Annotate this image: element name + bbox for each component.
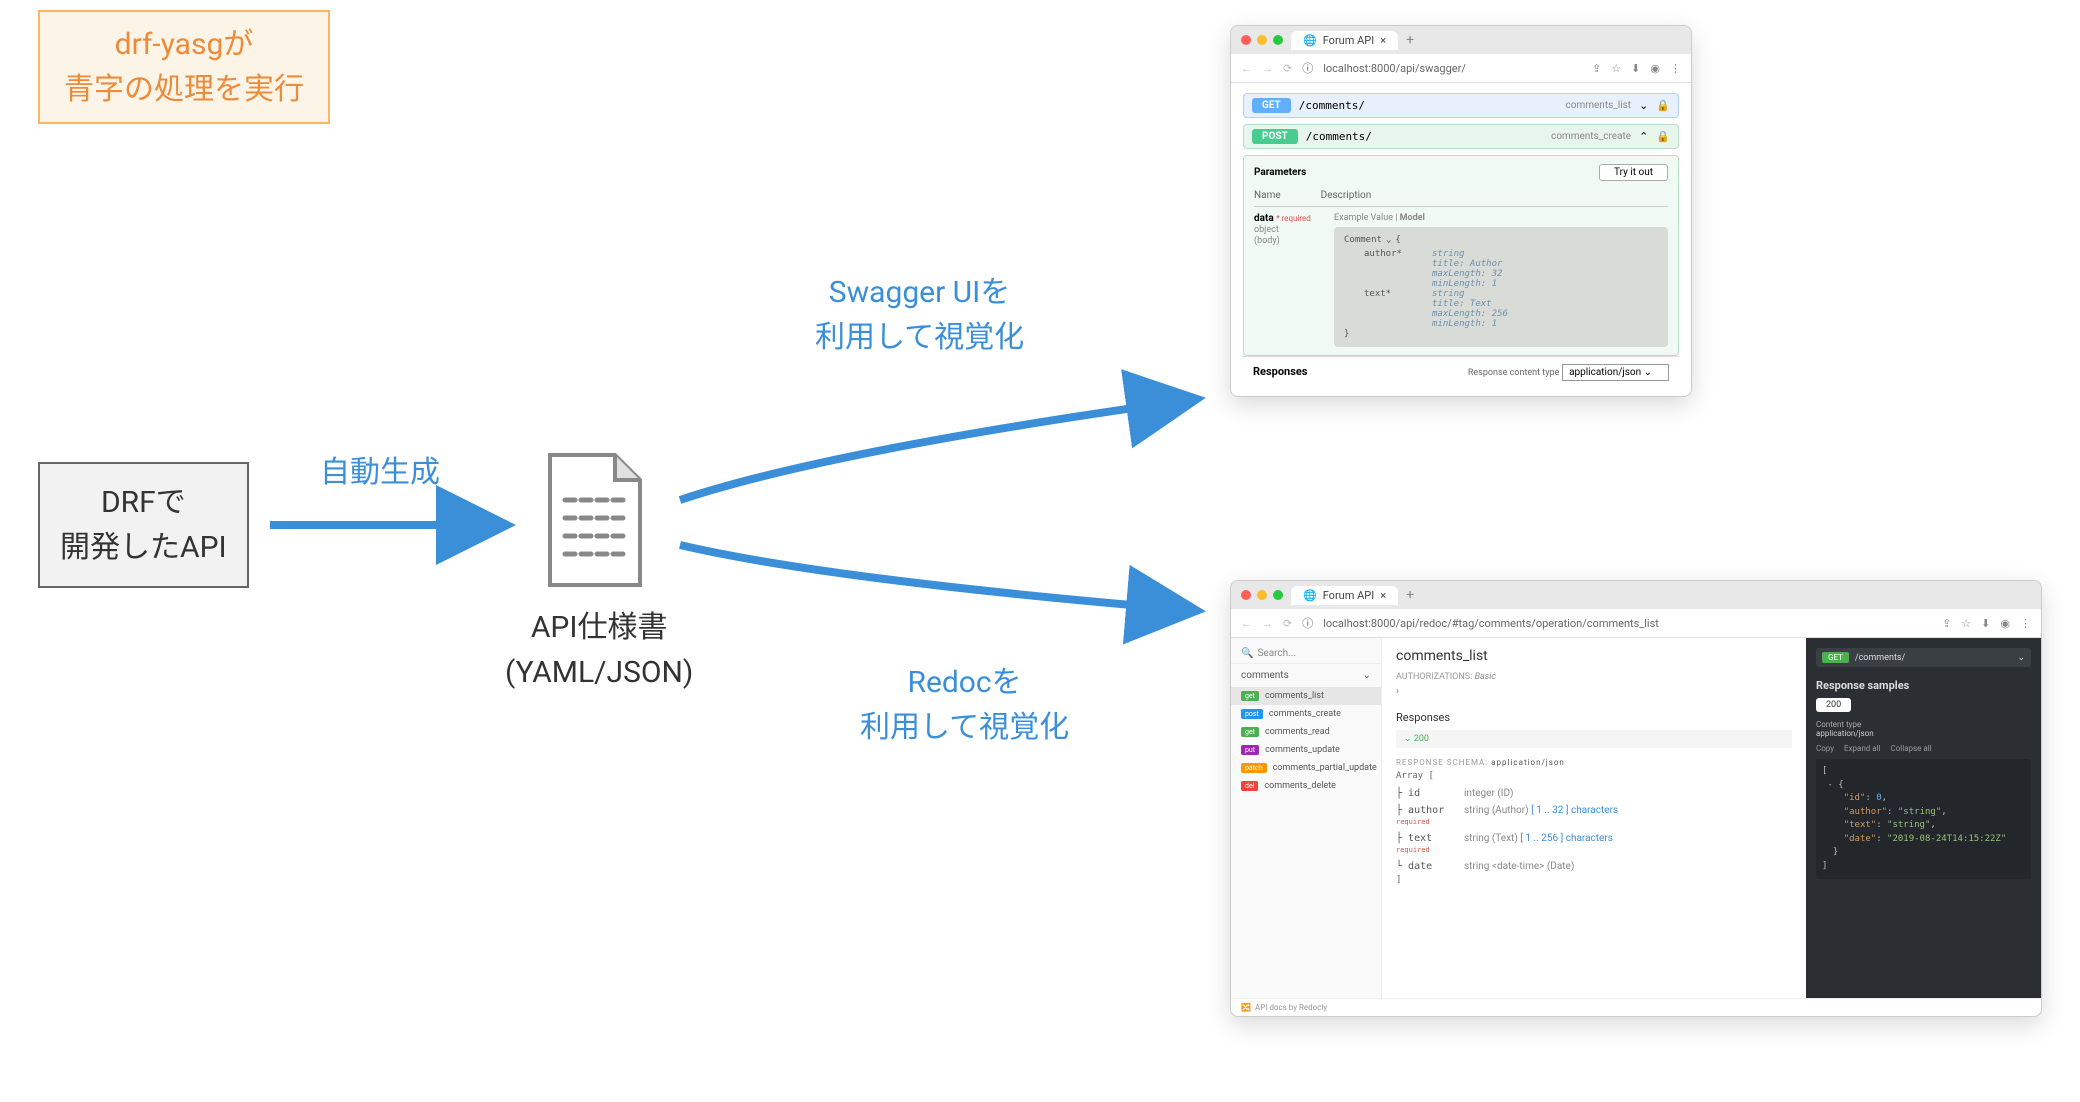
source-line1: DRFで xyxy=(60,480,227,525)
forward-icon[interactable]: → xyxy=(1262,62,1273,75)
download-icon[interactable]: ⬇ xyxy=(1631,62,1640,75)
samples-heading: Response samples xyxy=(1816,679,2031,692)
browser-tab[interactable]: 🌐 Forum API × xyxy=(1291,31,1398,50)
sidebar-item[interactable]: delcomments_delete xyxy=(1231,777,1381,795)
swagger-op-get[interactable]: GET /comments/ comments_list ⌄ 🔒 xyxy=(1243,93,1679,118)
document-icon xyxy=(540,450,650,590)
status-chip[interactable]: 200 xyxy=(1816,698,1851,712)
traffic-lights xyxy=(1241,590,1283,600)
chevron-down-icon: ⌄ xyxy=(1644,367,1652,378)
chevron-up-icon: ⌃ xyxy=(1639,130,1648,143)
traffic-lights xyxy=(1241,35,1283,45)
try-it-out-button[interactable]: Try it out xyxy=(1599,164,1668,181)
redoc-main: comments_list AUTHORIZATIONS: Basic › Re… xyxy=(1382,638,1806,998)
swagger-responses-bar: Responses Response content type applicat… xyxy=(1243,356,1679,386)
swagger-browser: 🌐 Forum API × + ← → ⟳ ⓘ localhost:8000/a… xyxy=(1230,25,1692,397)
chevron-down-icon: ⌄ xyxy=(2017,653,2025,663)
swagger-op-post[interactable]: POST /comments/ comments_create ⌃ 🔒 xyxy=(1243,124,1679,149)
label-swagger: Swagger UIを 利用して視覚化 xyxy=(815,270,1024,360)
search-icon: 🔍 xyxy=(1241,648,1253,659)
browser-chrome: 🌐 Forum API × + xyxy=(1231,581,2041,609)
schema-tree: ├ idinteger (ID) ├ authorrequiredstring … xyxy=(1396,785,1792,875)
profile-icon[interactable]: ◉ xyxy=(2000,617,2010,630)
star-icon[interactable]: ☆ xyxy=(1961,617,1971,630)
spec-label: API仕様書 (YAML/JSON) xyxy=(505,605,693,695)
redocly-icon: 🔀 xyxy=(1241,1003,1251,1012)
menu-icon[interactable]: ⋮ xyxy=(2020,617,2031,630)
profile-icon[interactable]: ◉ xyxy=(1650,62,1660,75)
lock-icon: 🔒 xyxy=(1656,130,1670,143)
back-icon[interactable]: ← xyxy=(1241,62,1252,75)
forward-icon[interactable]: → xyxy=(1262,617,1273,630)
label-redoc: Redocを 利用して視覚化 xyxy=(860,660,1069,750)
method-badge-post: POST xyxy=(1252,129,1298,144)
expand-all-button[interactable]: Expand all xyxy=(1844,744,1881,753)
label-autogen: 自動生成 xyxy=(320,450,440,495)
url-bar: ← → ⟳ ⓘ localhost:8000/api/redoc/#tag/co… xyxy=(1231,609,2041,638)
source-box: DRFで 開発したAPI xyxy=(38,462,249,588)
lock-icon: 🔒 xyxy=(1656,99,1670,112)
chevron-down-icon: ⌄ xyxy=(1639,99,1648,112)
responses-heading: Responses xyxy=(1396,711,1792,724)
redoc-body: 🔍 Search... comments ⌄ getcomments_list … xyxy=(1231,638,2041,998)
redoc-footer: 🔀 API docs by Redocly xyxy=(1231,998,2041,1016)
sidebar-item[interactable]: getcomments_list xyxy=(1231,687,1381,705)
globe-icon: 🌐 xyxy=(1303,589,1317,602)
star-icon[interactable]: ☆ xyxy=(1611,62,1621,75)
json-sample: [ - { "id": 0, "author": "string", "text… xyxy=(1816,759,2031,879)
close-icon[interactable]: × xyxy=(1380,34,1386,47)
url-bar: ← → ⟳ ⓘ localhost:8000/api/swagger/ ⇪ ☆ … xyxy=(1231,54,1691,83)
content-type-select[interactable]: application/json ⌄ xyxy=(1562,364,1669,381)
callout-drf-yasg: drf-yasgが 青字の処理を実行 xyxy=(38,10,330,124)
response-200[interactable]: ⌄ 200 xyxy=(1396,730,1792,748)
menu-icon[interactable]: ⋮ xyxy=(1670,62,1681,75)
browser-chrome: 🌐 Forum API × + xyxy=(1231,26,1691,54)
info-icon[interactable]: ⓘ xyxy=(1302,60,1313,76)
chevron-down-icon: ⌄ xyxy=(1363,670,1371,681)
chevron-down-icon: ⌄ xyxy=(1386,235,1391,245)
search-input[interactable]: 🔍 Search... xyxy=(1231,644,1381,664)
reload-icon[interactable]: ⟳ xyxy=(1283,617,1292,630)
swagger-model-box: Comment ⌄ { author*stringtitle: Authorma… xyxy=(1334,227,1668,347)
callout-line1: drf-yasgが xyxy=(64,22,304,67)
param-name: data * required object (body) xyxy=(1254,213,1314,347)
share-icon[interactable]: ⇪ xyxy=(1592,62,1601,75)
globe-icon: 🌐 xyxy=(1303,34,1317,47)
back-icon[interactable]: ← xyxy=(1241,617,1252,630)
redoc-right-panel: GET /comments/ ⌄ Response samples 200 Co… xyxy=(1806,638,2041,998)
new-tab-button[interactable]: + xyxy=(1406,32,1414,48)
model-name[interactable]: Comment ⌄ { xyxy=(1344,235,1658,245)
chevron-right-icon[interactable]: › xyxy=(1396,686,1792,697)
download-icon[interactable]: ⬇ xyxy=(1981,617,1990,630)
collapse-all-button[interactable]: Collapse all xyxy=(1891,744,1932,753)
close-icon[interactable]: × xyxy=(1380,589,1386,602)
swagger-body: GET /comments/ comments_list ⌄ 🔒 POST /c… xyxy=(1231,83,1691,396)
url-text[interactable]: localhost:8000/api/swagger/ xyxy=(1323,62,1582,75)
method-badge-get: GET xyxy=(1252,98,1291,113)
parameters-heading: Parameters xyxy=(1254,167,1306,178)
endpoint-badge[interactable]: GET /comments/ ⌄ xyxy=(1816,648,2031,667)
sidebar-item[interactable]: getcomments_read xyxy=(1231,723,1381,741)
browser-tab[interactable]: 🌐 Forum API × xyxy=(1291,586,1398,605)
sidebar-group-comments[interactable]: comments ⌄ xyxy=(1231,664,1381,687)
swagger-params-section: Parameters Try it out Name Description d… xyxy=(1243,155,1679,356)
source-line2: 開発したAPI xyxy=(60,525,227,570)
reload-icon[interactable]: ⟳ xyxy=(1283,62,1292,75)
redoc-sidebar: 🔍 Search... comments ⌄ getcomments_list … xyxy=(1231,638,1382,998)
copy-button[interactable]: Copy xyxy=(1816,744,1834,753)
share-icon[interactable]: ⇪ xyxy=(1942,617,1951,630)
operation-title: comments_list xyxy=(1396,648,1792,664)
info-icon[interactable]: ⓘ xyxy=(1302,615,1313,631)
model-tab[interactable]: Model xyxy=(1400,213,1425,223)
sidebar-item[interactable]: postcomments_create xyxy=(1231,705,1381,723)
callout-line2: 青字の処理を実行 xyxy=(64,67,304,112)
sidebar-item[interactable]: putcomments_update xyxy=(1231,741,1381,759)
arrow-redoc xyxy=(680,545,1190,610)
new-tab-button[interactable]: + xyxy=(1406,587,1414,603)
sidebar-item[interactable]: patchcomments_partial_update xyxy=(1231,759,1381,777)
url-text[interactable]: localhost:8000/api/redoc/#tag/comments/o… xyxy=(1323,617,1932,630)
redoc-browser: 🌐 Forum API × + ← → ⟳ ⓘ localhost:8000/a… xyxy=(1230,580,2042,1017)
arrow-swagger xyxy=(680,400,1190,500)
